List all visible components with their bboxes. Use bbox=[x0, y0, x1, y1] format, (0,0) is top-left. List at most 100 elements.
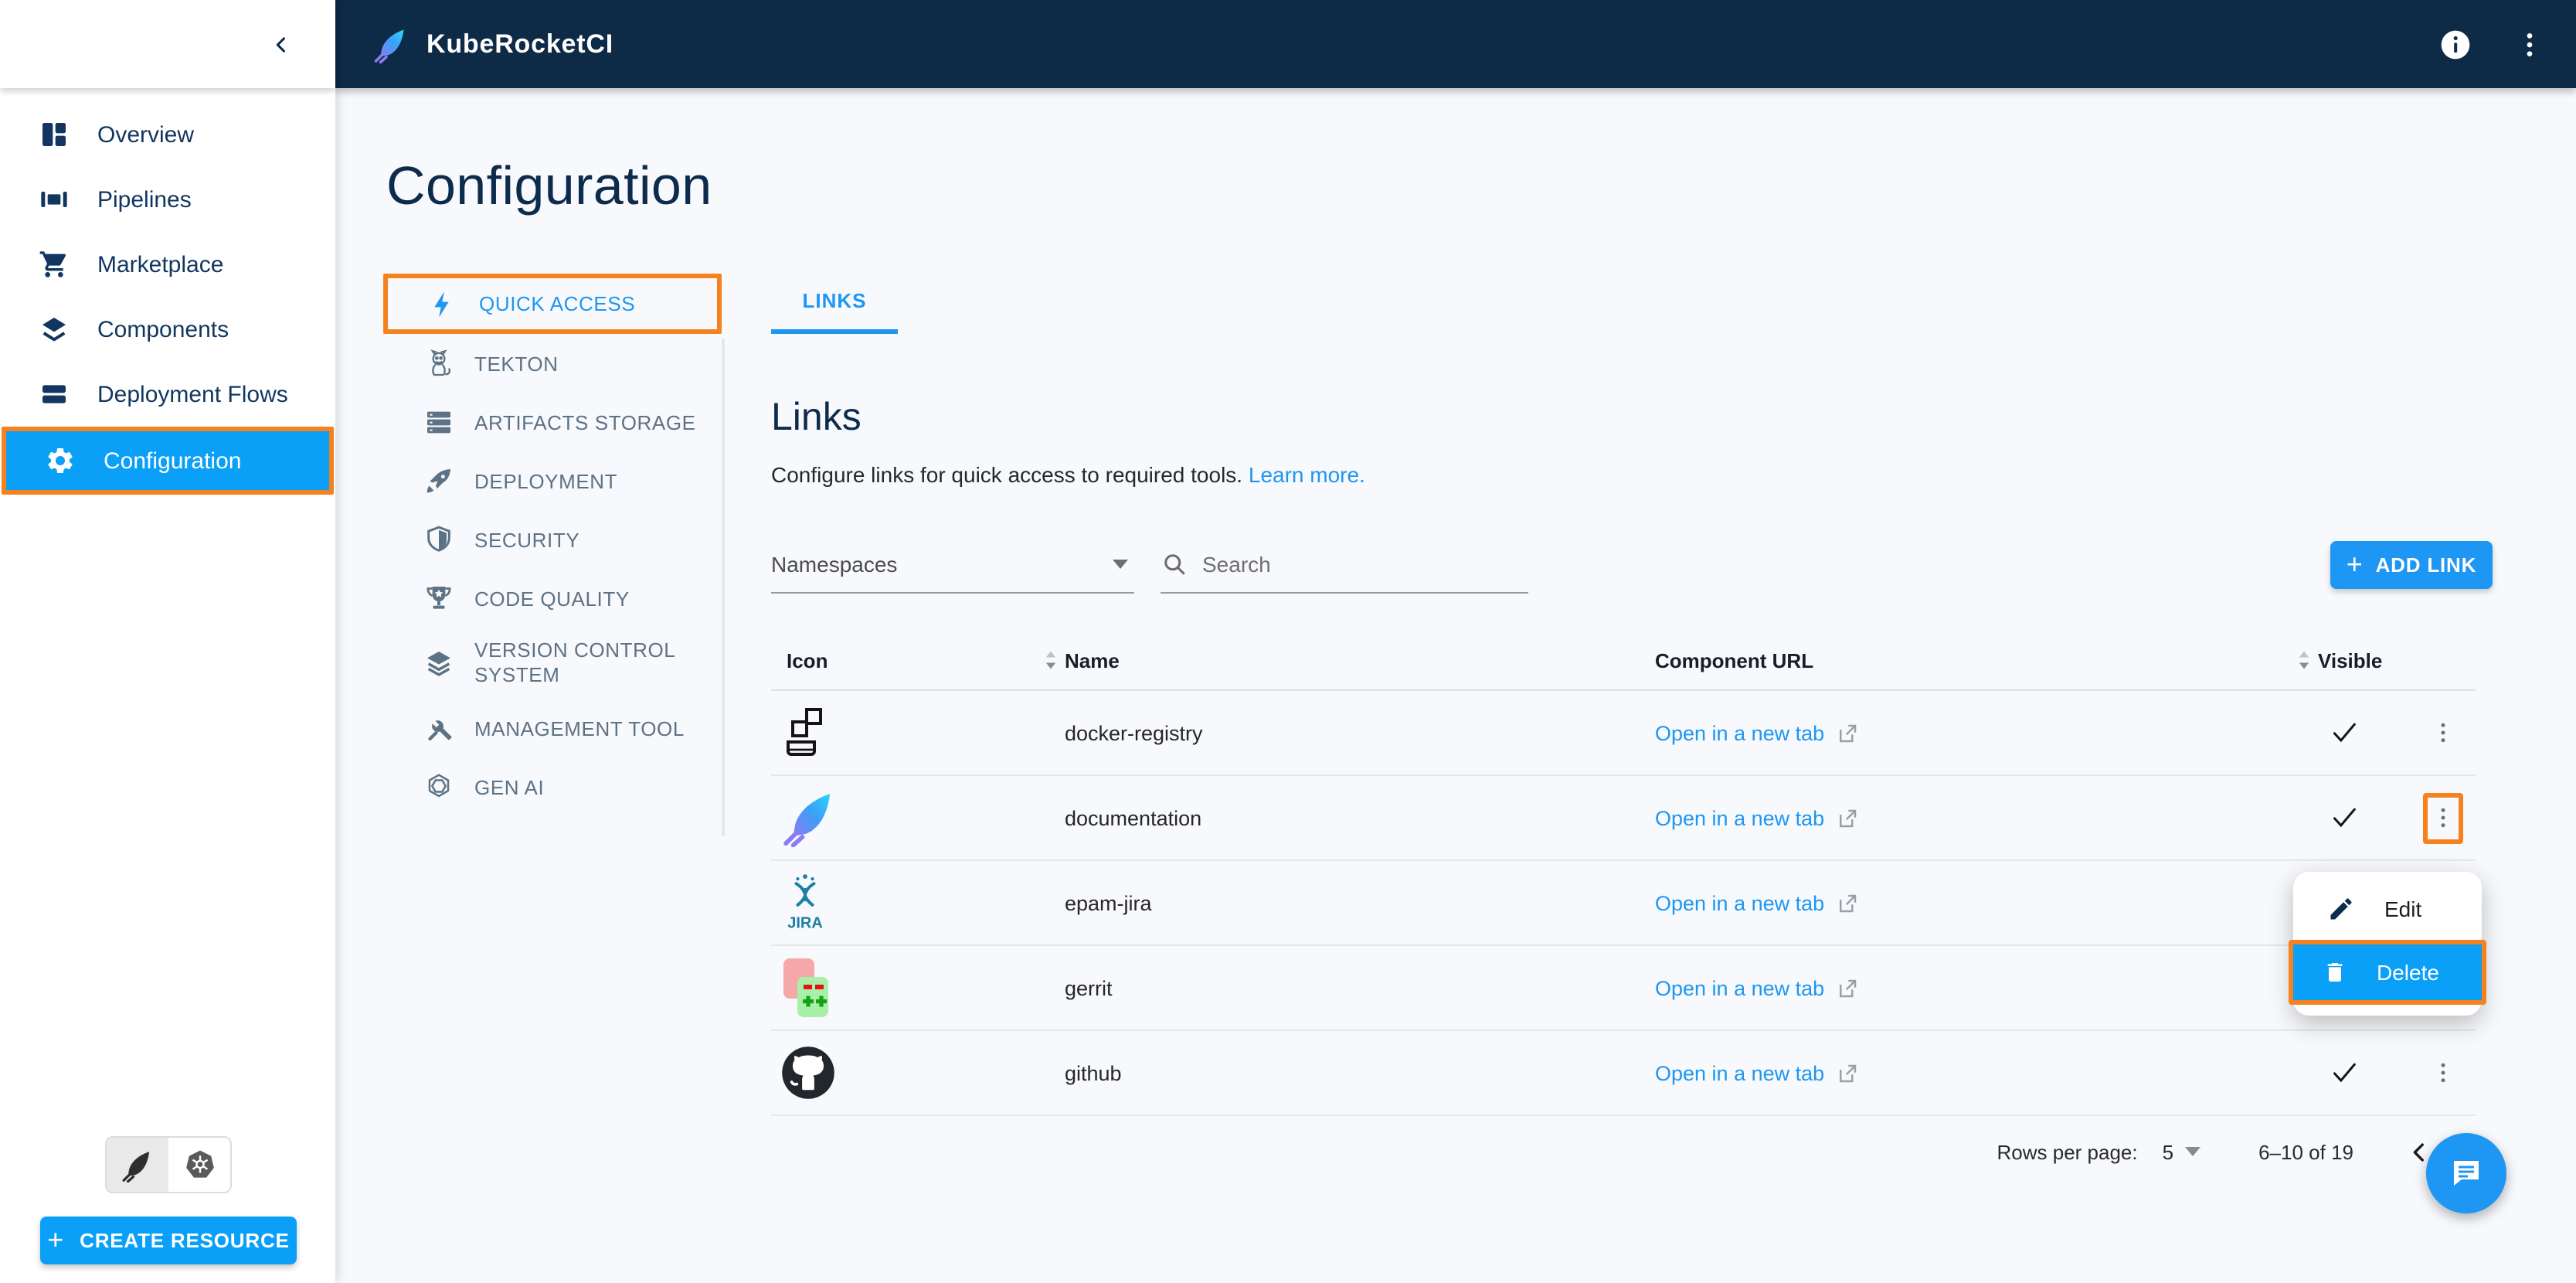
config-menu-item-artifacts-storage[interactable]: ARTIFACTS STORAGE bbox=[383, 393, 722, 451]
config-menu-item-deployment[interactable]: DEPLOYMENT bbox=[383, 451, 722, 510]
sidebar-item-configuration[interactable]: Configuration bbox=[6, 431, 329, 490]
openai-icon bbox=[423, 771, 454, 802]
kuberocketci-feather-icon bbox=[121, 1148, 155, 1182]
kuberocketci-logo-icon bbox=[372, 24, 410, 64]
create-resource-label: CREATE RESOURCE bbox=[80, 1229, 290, 1252]
tab-links[interactable]: LINKS bbox=[771, 274, 898, 334]
link-name: epam-jira bbox=[1065, 891, 1152, 914]
sidebar-item-label: Marketplace bbox=[97, 251, 224, 277]
table-row: JIRA epam-jira Open in a new tab bbox=[771, 861, 2476, 946]
links-description-text: Configure links for quick access to requ… bbox=[771, 462, 1243, 487]
open-in-new-tab-link[interactable]: Open in a new tab bbox=[1655, 721, 2278, 744]
sidebar-nav: Overview Pipelines Marketplace Component… bbox=[0, 88, 335, 495]
quick-access-highlight-ring: QUICK ACCESS bbox=[383, 274, 722, 334]
open-in-new-tab-link[interactable]: Open in a new tab bbox=[1655, 891, 2278, 914]
kubernetes-view-toggle[interactable] bbox=[168, 1138, 230, 1192]
config-menu-item-gen-ai[interactable]: GEN AI bbox=[383, 757, 722, 816]
links-table: Icon Name Component URL Visible docker-r… bbox=[771, 631, 2476, 1116]
filter-row: Namespaces + ADD LINK bbox=[771, 541, 2493, 594]
config-menu-item-tekton[interactable]: TEKTON bbox=[383, 334, 722, 393]
visible-checkmark bbox=[2278, 717, 2409, 748]
external-link-icon bbox=[1839, 893, 1856, 912]
shield-icon bbox=[423, 524, 454, 555]
page-title: Configuration bbox=[386, 156, 712, 216]
namespaces-label: Namespaces bbox=[771, 552, 898, 577]
learn-more-link[interactable]: Learn more. bbox=[1249, 462, 1365, 487]
context-menu-delete[interactable]: Delete bbox=[2293, 944, 2482, 1000]
docker-registry-icon bbox=[771, 705, 1065, 761]
view-toggle-group bbox=[105, 1136, 232, 1193]
sidebar-item-marketplace[interactable]: Marketplace bbox=[0, 232, 335, 297]
trash-icon bbox=[2327, 963, 2343, 982]
search-input[interactable] bbox=[1202, 552, 1465, 577]
links-description: Configure links for quick access to requ… bbox=[771, 462, 2493, 487]
sidebar-item-pipelines[interactable]: Pipelines bbox=[0, 167, 335, 232]
link-name: documentation bbox=[1065, 806, 1202, 829]
pagination: Rows per page: 5 6–10 of 19 bbox=[771, 1116, 2493, 1187]
visible-checkmark bbox=[2278, 802, 2409, 833]
column-header-name[interactable]: Name bbox=[1045, 648, 1655, 672]
plus-icon: + bbox=[2346, 548, 2364, 579]
add-link-button[interactable]: + ADD LINK bbox=[2330, 541, 2493, 589]
config-menu-item-version-control-system[interactable]: VERSION CONTROL SYSTEM bbox=[383, 628, 722, 699]
table-row: documentation Open in a new tab bbox=[771, 776, 2476, 861]
open-in-new-tab-link[interactable]: Open in a new tab bbox=[1655, 1061, 2278, 1084]
pipelines-icon bbox=[39, 184, 70, 215]
app-title: KubeRocketCI bbox=[427, 29, 613, 58]
kubernetes-wheel-icon bbox=[183, 1149, 216, 1181]
rows-per-page-label: Rows per page: bbox=[1997, 1140, 2138, 1163]
menu-divider bbox=[722, 339, 725, 836]
plus-icon: + bbox=[47, 1223, 65, 1254]
pencil-icon bbox=[2330, 897, 2352, 919]
row-kebab-menu[interactable] bbox=[2422, 707, 2462, 758]
overview-icon bbox=[39, 119, 70, 150]
sort-icon bbox=[1045, 651, 1056, 669]
sidebar-header bbox=[0, 0, 335, 88]
create-resource-button[interactable]: + CREATE RESOURCE bbox=[40, 1217, 297, 1264]
kebab-menu-icon[interactable] bbox=[2511, 26, 2548, 63]
config-menu-label: MANAGEMENT TOOL bbox=[474, 716, 685, 740]
row-kebab-menu[interactable] bbox=[2422, 1047, 2462, 1098]
config-menu-item-code-quality[interactable]: CODE QUALITY bbox=[383, 569, 722, 628]
column-header-visible[interactable]: Visible bbox=[2278, 648, 2409, 672]
links-panel: LINKS Links Configure links for quick ac… bbox=[771, 274, 2493, 1187]
gear-icon bbox=[45, 445, 76, 476]
table-row: github Open in a new tab bbox=[771, 1031, 2476, 1116]
context-menu-edit[interactable]: Edit bbox=[2293, 876, 2482, 940]
brand: KubeRocketCI bbox=[372, 24, 613, 64]
config-menu-label: QUICK ACCESS bbox=[479, 292, 636, 315]
config-menu-item-quick-access[interactable]: QUICK ACCESS bbox=[388, 278, 717, 329]
sidebar-item-components[interactable]: Components bbox=[0, 297, 335, 362]
table-row: docker-registry Open in a new tab bbox=[771, 691, 2476, 776]
link-name: gerrit bbox=[1065, 976, 1113, 999]
config-menu-label: SECURITY bbox=[474, 528, 580, 551]
namespaces-select[interactable]: Namespaces bbox=[771, 543, 1134, 594]
context-menu-label: Edit bbox=[2384, 896, 2422, 921]
collapse-sidebar-button[interactable] bbox=[270, 33, 292, 55]
link-name: docker-registry bbox=[1065, 721, 1203, 744]
rows-per-page-select[interactable]: 5 bbox=[2163, 1140, 2206, 1163]
config-menu-label: GEN AI bbox=[474, 775, 545, 798]
feedback-chat-button[interactable] bbox=[2426, 1133, 2506, 1213]
svg-text:JIRA: JIRA bbox=[787, 914, 823, 931]
config-menu-item-security[interactable]: SECURITY bbox=[383, 510, 722, 569]
sidebar-item-overview[interactable]: Overview bbox=[0, 102, 335, 167]
external-link-icon bbox=[1839, 1063, 1856, 1082]
cart-icon bbox=[39, 249, 70, 280]
config-menu-label: CODE QUALITY bbox=[474, 587, 630, 610]
visible-checkmark bbox=[2278, 1057, 2409, 1088]
sidebar-item-deployment-flows[interactable]: Deployment Flows bbox=[0, 362, 335, 427]
main-content: Configuration QUICK ACCESS TEKTON ARTIFA… bbox=[335, 88, 2576, 1283]
rows-per-page-value: 5 bbox=[2162, 1140, 2174, 1163]
info-icon[interactable] bbox=[2437, 26, 2474, 63]
table-header: Icon Name Component URL Visible bbox=[771, 631, 2476, 691]
components-icon bbox=[39, 314, 70, 345]
search-field bbox=[1161, 543, 1528, 594]
chat-icon bbox=[2454, 1161, 2479, 1186]
open-in-new-tab-link[interactable]: Open in a new tab bbox=[1655, 976, 2278, 999]
open-in-new-tab-link[interactable]: Open in a new tab bbox=[1655, 806, 2278, 829]
kuberocketci-view-toggle[interactable] bbox=[107, 1138, 168, 1192]
config-menu-label: ARTIFACTS STORAGE bbox=[474, 410, 696, 434]
row-kebab-menu-active[interactable] bbox=[2422, 792, 2462, 843]
config-menu-item-management-tool[interactable]: MANAGEMENT TOOL bbox=[383, 699, 722, 757]
